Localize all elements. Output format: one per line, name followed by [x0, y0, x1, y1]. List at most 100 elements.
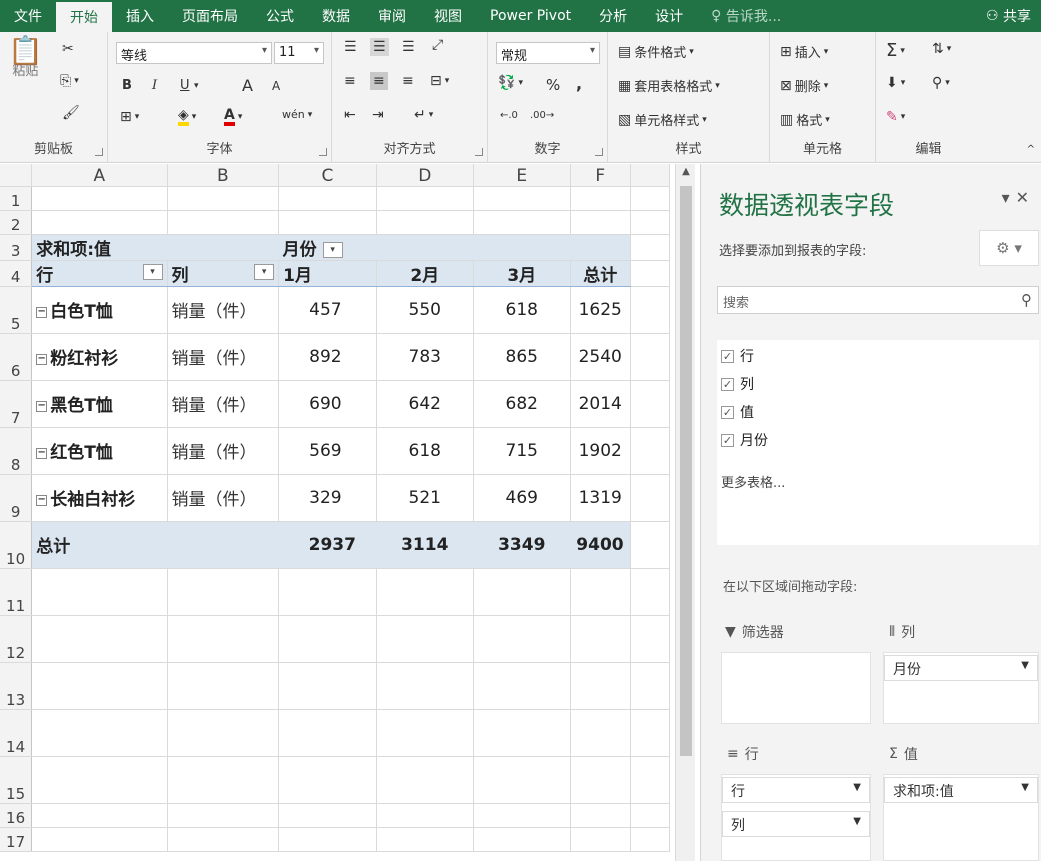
tab-view[interactable]: 视图	[420, 0, 476, 32]
tab-home[interactable]: 开始	[56, 2, 112, 32]
grand-total-cell[interactable]: 2937	[278, 520, 377, 569]
sort-filter-button[interactable]: ⇅ ▾	[932, 42, 951, 56]
tab-review[interactable]: 审阅	[364, 0, 420, 32]
value-cell[interactable]: 521	[376, 474, 474, 522]
copy-button[interactable]: ⎘ ▾	[60, 74, 79, 88]
value-cell[interactable]: 457	[278, 286, 377, 334]
field-item[interactable]: ✓ 行	[721, 346, 754, 366]
pivot-col2-field[interactable]: 列 ▾	[167, 260, 280, 287]
row-header[interactable]: 17	[0, 827, 33, 852]
checkbox-checked-icon[interactable]: ✓	[721, 377, 734, 391]
number-format-select[interactable]: 常规 ▾	[496, 42, 600, 64]
select-all-corner[interactable]	[0, 164, 33, 187]
value-cell[interactable]: 569	[278, 427, 377, 475]
value-field-pill[interactable]: 求和项:值 ▼	[884, 777, 1038, 803]
comma-button[interactable]: ,	[576, 74, 582, 93]
row-total-cell[interactable]: 2540	[570, 333, 631, 381]
collapse-icon[interactable]: −	[36, 400, 48, 412]
font-launcher[interactable]	[319, 148, 327, 156]
decrease-decimal-button[interactable]: .00→	[530, 110, 554, 121]
row-header[interactable]: 3	[0, 234, 33, 261]
column-field-pill[interactable]: 月份 ▼	[884, 655, 1038, 681]
align-center-button[interactable]: ≡	[370, 72, 388, 90]
collapse-icon[interactable]: −	[36, 494, 48, 506]
align-right-button[interactable]: ≡	[402, 74, 414, 88]
tab-formulas[interactable]: 公式	[252, 0, 308, 32]
row-header[interactable]: 2	[0, 210, 33, 235]
collapse-icon[interactable]: −	[36, 353, 48, 365]
fill-button[interactable]: ⬇ ▾	[886, 76, 905, 90]
checkbox-checked-icon[interactable]: ✓	[721, 405, 734, 419]
pivot-row-item[interactable]: − 黑色T恤	[31, 380, 168, 428]
delete-cells-button[interactable]: ⊠ 删除 ▾	[780, 76, 828, 96]
paste-button[interactable]: 📋 粘贴	[8, 37, 43, 80]
insert-cells-button[interactable]: ⊞ 插入 ▾	[780, 42, 828, 62]
checkbox-checked-icon[interactable]: ✓	[721, 349, 734, 363]
tab-page-layout[interactable]: 页面布局	[168, 0, 252, 32]
collapse-icon[interactable]: −	[36, 447, 48, 459]
alignment-launcher[interactable]	[475, 148, 483, 156]
shrink-font-button[interactable]: A	[272, 79, 280, 93]
scroll-up-icon[interactable]: ▲	[679, 166, 693, 180]
decrease-indent-button[interactable]: ⇤	[344, 108, 356, 122]
close-icon[interactable]: ✕	[1016, 188, 1035, 207]
orientation-button[interactable]: ⤢	[432, 38, 443, 52]
row-header[interactable]: 6	[0, 333, 33, 381]
row-total-cell[interactable]: 2014	[570, 380, 631, 428]
clipboard-launcher[interactable]	[95, 148, 103, 156]
tab-analyze[interactable]: 分析	[585, 0, 641, 32]
pane-options-icon[interactable]: ▾	[1002, 188, 1016, 207]
align-bottom-button[interactable]: ☰	[402, 40, 415, 54]
more-tables-link[interactable]: 更多表格...	[721, 472, 785, 491]
value-cell[interactable]: 682	[473, 380, 571, 428]
increase-indent-button[interactable]: ⇥	[372, 108, 384, 122]
tab-file[interactable]: 文件	[0, 0, 56, 32]
share-button[interactable]: ⚇ 共享	[972, 0, 1041, 32]
format-cells-button[interactable]: ▥ 格式 ▾	[780, 110, 830, 130]
row-header[interactable]: 5	[0, 286, 33, 334]
font-size-select[interactable]: 11 ▾	[274, 42, 324, 64]
month-filter-dropdown[interactable]: ▾	[322, 241, 343, 258]
row-field-pill[interactable]: 列 ▼	[722, 811, 870, 837]
font-color-button[interactable]: A ▾	[224, 108, 242, 126]
pivot-values-label[interactable]: 求和项:值	[31, 234, 168, 261]
row-total-cell[interactable]: 1902	[570, 427, 631, 475]
column-header-c[interactable]: C	[278, 164, 377, 187]
row-header[interactable]: 11	[0, 568, 33, 616]
pivot-column-field[interactable]: 月份 ▾	[278, 234, 377, 261]
row-header[interactable]: 13	[0, 662, 33, 710]
grand-total-cell[interactable]: 3349	[473, 520, 571, 569]
increase-decimal-button[interactable]: ←.0	[500, 110, 518, 121]
merge-center-button[interactable]: ⊟ ▾	[430, 74, 449, 88]
column-header-d[interactable]: D	[376, 164, 474, 187]
percent-button[interactable]: %	[546, 76, 560, 94]
collapse-icon[interactable]: −	[36, 306, 48, 318]
value-cell[interactable]: 690	[278, 380, 377, 428]
fill-color-button[interactable]: ◈ ▾	[178, 108, 196, 126]
grow-font-button[interactable]: A	[242, 76, 253, 95]
grand-total-cell[interactable]: 9400	[570, 520, 631, 569]
borders-button[interactable]: ⊞ ▾	[120, 110, 139, 124]
row-header[interactable]: 4	[0, 260, 33, 287]
row-header[interactable]: 16	[0, 803, 33, 828]
value-cell[interactable]: 865	[473, 333, 571, 381]
phonetic-button[interactable]: wén ▾	[282, 108, 312, 121]
number-launcher[interactable]	[595, 148, 603, 156]
row-header[interactable]: 15	[0, 756, 33, 804]
field-item[interactable]: ✓ 列	[721, 374, 754, 394]
pane-settings-button[interactable]: ⚙ ▾	[979, 230, 1039, 266]
column-header-e[interactable]: E	[473, 164, 571, 187]
font-name-select[interactable]: 等线 ▾	[116, 42, 272, 64]
align-top-button[interactable]: ☰	[344, 40, 357, 54]
value-cell[interactable]: 469	[473, 474, 571, 522]
row-header[interactable]: 10	[0, 521, 33, 569]
pivot-row-field[interactable]: 行 ▾	[31, 260, 168, 287]
value-cell[interactable]: 550	[376, 286, 474, 334]
col2-filter-dropdown[interactable]: ▾	[254, 263, 275, 280]
underline-dropdown[interactable]: ▾	[194, 81, 199, 91]
values-zone[interactable]: 求和项:值 ▼	[883, 774, 1039, 861]
field-item[interactable]: ✓ 值	[721, 402, 754, 422]
rows-zone[interactable]: 行 ▼ 列 ▼	[721, 774, 871, 861]
autosum-button[interactable]: Σ ▾	[886, 40, 905, 61]
format-as-table-button[interactable]: ▦ 套用表格格式 ▾	[618, 76, 720, 96]
